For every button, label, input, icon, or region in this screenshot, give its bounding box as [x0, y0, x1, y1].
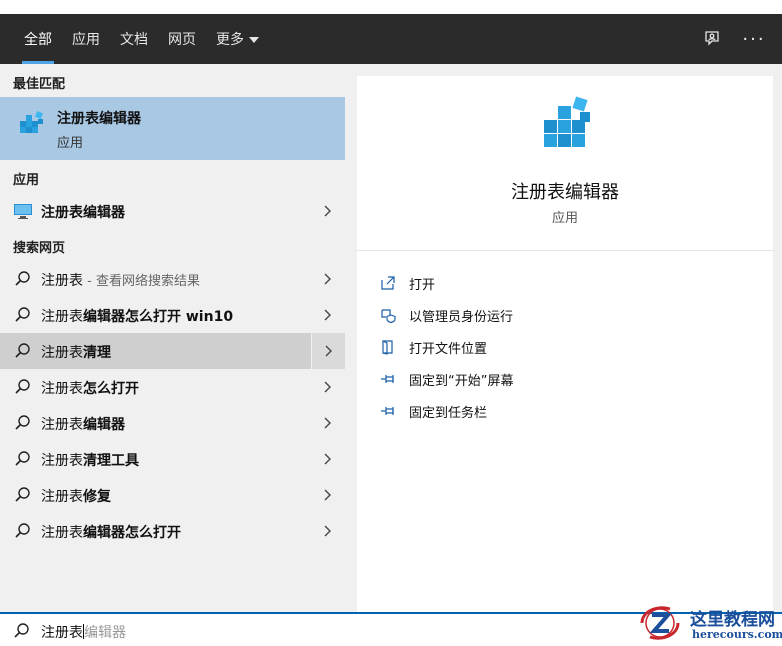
web-result-label: 注册表清理工具	[41, 453, 139, 469]
web-result[interactable]: 注册表修复	[0, 477, 345, 513]
search-autocomplete: 编辑器	[84, 625, 126, 641]
best-match-item[interactable]: 注册表编辑器 应用	[0, 97, 345, 160]
web-result[interactable]: 注册表编辑器	[0, 405, 345, 441]
regedit-icon	[20, 111, 43, 133]
search-input[interactable]: 注册表编辑器	[41, 622, 126, 642]
action-run-as-admin[interactable]: 以管理员身份运行	[379, 302, 679, 328]
regedit-icon	[544, 96, 590, 147]
search-icon	[15, 451, 30, 466]
web-result[interactable]: 注册表编辑器怎么打开	[0, 513, 345, 549]
tab-web[interactable]: 网页	[158, 14, 206, 64]
watermark-logo	[640, 606, 680, 640]
chevron-right-icon[interactable]	[311, 297, 345, 333]
chevron-right-icon[interactable]	[311, 333, 345, 369]
file-location-icon	[382, 340, 393, 355]
watermark-title: 这里教程网	[690, 610, 775, 630]
preview-pane: 注册表编辑器 应用 打开 以管理员身份运行 打开文件位置 固定到“开始”屏幕 固…	[357, 76, 773, 612]
chevron-right-icon[interactable]	[311, 261, 345, 297]
more-options-button[interactable]: ···	[734, 14, 774, 64]
search-icon	[15, 415, 30, 430]
web-search-heading: 搜索网页	[13, 241, 66, 256]
search-icon	[14, 623, 29, 638]
search-icon	[15, 271, 30, 286]
web-result-label: 注册表清理	[41, 345, 111, 361]
ellipsis-icon: ···	[742, 28, 766, 50]
action-open-file-location-label: 打开文件位置	[409, 341, 488, 357]
title-strip	[0, 0, 782, 14]
tab-documents[interactable]: 文档	[110, 14, 158, 64]
chevron-right-icon[interactable]	[311, 441, 345, 477]
action-pin-to-taskbar-label: 固定到任务栏	[409, 405, 488, 421]
web-result[interactable]: 注册表编辑器怎么打开 win10	[0, 297, 345, 333]
pin-icon	[381, 375, 394, 383]
feedback-icon	[705, 31, 719, 46]
watermark-url: herecours.com	[692, 628, 782, 641]
best-match-type: 应用	[57, 136, 84, 151]
web-result[interactable]: 注册表怎么打开	[0, 369, 345, 405]
chevron-right-icon[interactable]	[311, 369, 345, 405]
search-icon	[15, 307, 30, 322]
action-pin-to-taskbar[interactable]: 固定到任务栏	[379, 398, 679, 424]
web-result-label: 注册表怎么打开	[41, 381, 139, 397]
web-result[interactable]: 注册表清理工具	[0, 441, 345, 477]
chevron-right-icon[interactable]	[311, 477, 345, 513]
web-result-label: 注册表编辑器	[41, 417, 125, 433]
web-result-label: 注册表编辑器怎么打开 win10	[41, 309, 234, 325]
scope-tabs: 全部 应用 文档 网页 更多	[14, 14, 269, 64]
search-typed-text: 注册表	[41, 625, 83, 641]
preview-title: 注册表编辑器	[511, 182, 619, 203]
app-result-regedit[interactable]: 注册表编辑器	[0, 193, 345, 229]
tab-documents-label: 文档	[120, 32, 148, 48]
search-header: 全部 应用 文档 网页 更多 ···	[0, 14, 782, 64]
search-icon	[15, 343, 30, 358]
best-match-heading: 最佳匹配	[13, 77, 66, 92]
web-result[interactable]: 注册表 - 查看网络搜索结果	[0, 261, 345, 297]
results-pane: 最佳匹配 注册表编辑器 应用 应用 注册表编辑器 搜索网页 注册表 - 查看网络…	[0, 64, 345, 612]
action-open[interactable]: 打开	[379, 270, 679, 296]
web-result-label: 注册表 - 查看网络搜索结果	[41, 273, 200, 289]
chevron-down-icon	[249, 37, 259, 43]
tab-apps[interactable]: 应用	[62, 14, 110, 64]
tab-more[interactable]: 更多	[206, 14, 269, 64]
pin-icon	[381, 407, 394, 415]
divider	[357, 250, 773, 251]
tab-all-label: 全部	[24, 32, 52, 48]
tab-all[interactable]: 全部	[14, 14, 62, 64]
search-icon	[15, 523, 30, 538]
action-pin-to-start[interactable]: 固定到“开始”屏幕	[379, 366, 679, 392]
app-result-label: 注册表编辑器	[41, 205, 125, 221]
watermark: 这里教程网 herecours.com	[634, 601, 782, 646]
chevron-right-icon[interactable]	[311, 513, 345, 549]
best-match-name: 注册表编辑器	[57, 111, 141, 127]
web-result-label: 注册表编辑器怎么打开	[41, 525, 181, 541]
action-open-file-location[interactable]: 打开文件位置	[379, 334, 679, 360]
apps-heading: 应用	[13, 173, 40, 188]
shield-icon	[381, 309, 396, 323]
feedback-button[interactable]	[692, 14, 732, 64]
tab-web-label: 网页	[168, 32, 196, 48]
web-result[interactable]: 注册表清理	[0, 333, 345, 369]
web-result-label: 注册表修复	[41, 489, 111, 505]
chevron-right-icon[interactable]	[311, 405, 345, 441]
preview-subtitle: 应用	[551, 211, 578, 226]
chevron-right-icon[interactable]	[311, 193, 345, 229]
action-pin-to-start-label: 固定到“开始”屏幕	[409, 373, 514, 389]
search-icon	[15, 379, 30, 394]
monitor-icon	[14, 204, 32, 219]
tab-apps-label: 应用	[72, 32, 100, 48]
tab-more-label: 更多	[216, 32, 244, 48]
action-run-as-admin-label: 以管理员身份运行	[409, 309, 514, 325]
search-icon	[15, 487, 30, 502]
action-open-label: 打开	[409, 277, 436, 293]
open-icon	[381, 276, 395, 290]
